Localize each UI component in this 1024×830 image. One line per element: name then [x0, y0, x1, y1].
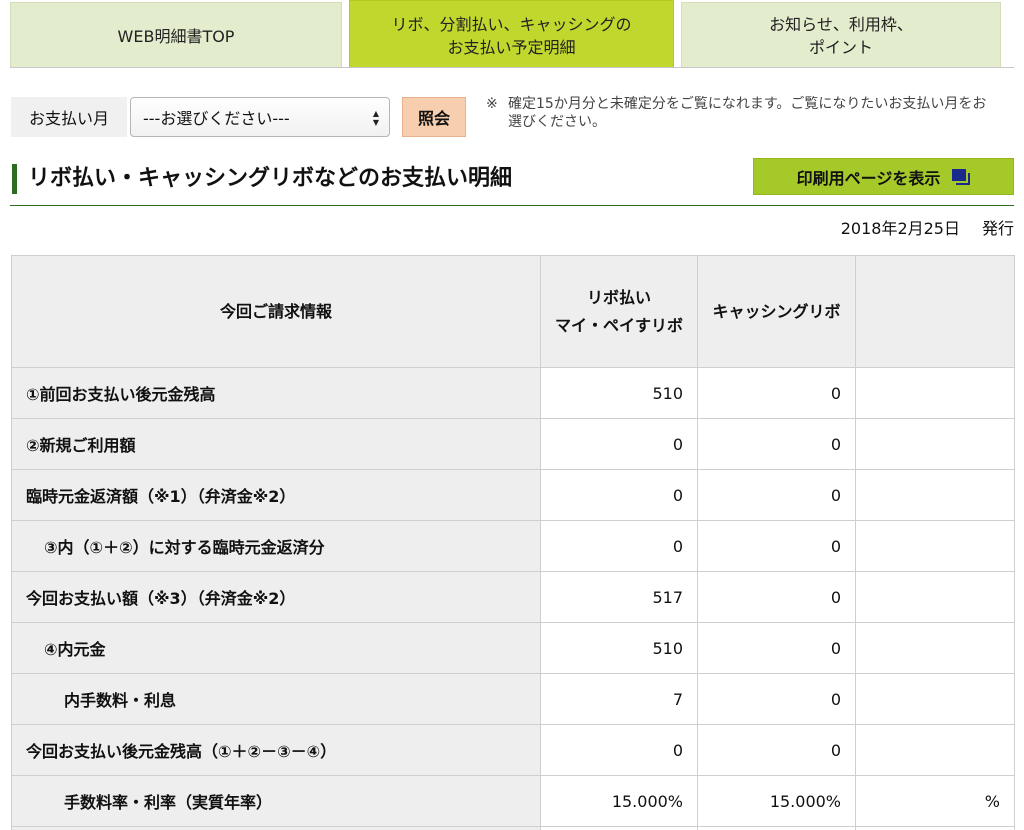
tab-revolving-payment-schedule[interactable]: リボ、分割払い、キャッシングの お支払い予定明細 — [349, 0, 674, 68]
tab-notices-limits-points[interactable]: お知らせ、利用枠、 ポイント — [681, 2, 1001, 67]
tab-baseline — [10, 67, 1014, 68]
header-revolving-line1: リボ払い — [586, 287, 651, 307]
cell-extra — [855, 367, 1015, 419]
row-label: ④内元金 — [11, 622, 541, 674]
print-page-button[interactable]: 印刷用ページを表示 — [753, 158, 1014, 195]
row-label: 手数料率・利率（実質年率） — [11, 775, 541, 827]
issue-date-value: 2018年2月25日 — [840, 219, 960, 238]
header-cashing-revolving: キャッシングリボ — [697, 255, 856, 368]
payment-detail-table: 今回ご請求情報 リボ払い マイ・ペイすリボ キャッシングリボ ①前回お支払い後元… — [11, 255, 1015, 830]
row-label: 内手数料・利息 — [11, 673, 541, 725]
table-row: 臨時元金返済額（※1）（弁済金※2） 0 0 — [11, 469, 1015, 521]
cell-extra — [855, 571, 1015, 623]
note-mark: ※ — [486, 96, 498, 112]
table-row: 今回お支払い後元金残高（①＋②－③－④） 0 0 — [11, 724, 1015, 776]
table-row-partial — [11, 826, 1015, 830]
cell-cashing: 0 — [697, 418, 856, 470]
cell-extra — [855, 469, 1015, 521]
row-label: 臨時元金返済額（※1）（弁済金※2） — [11, 469, 541, 521]
cell-revolving: 0 — [540, 724, 698, 776]
query-button[interactable]: 照会 — [402, 97, 466, 137]
issue-label: 発行 — [981, 219, 1014, 238]
cell-revolving: 7 — [540, 673, 698, 725]
table-header-row: 今回ご請求情報 リボ払い マイ・ペイすリボ キャッシングリボ — [11, 255, 1015, 368]
table-row: 今回お支払い額（※3）（弁済金※2） 517 0 — [11, 571, 1015, 623]
heading-divider — [10, 205, 1014, 206]
table-row: ①前回お支払い後元金残高 510 0 — [11, 367, 1015, 419]
cell-revolving: 0 — [540, 520, 698, 572]
payment-month-select[interactable]: ---お選びください--- ▲ ▼ — [130, 97, 390, 137]
cell-extra — [855, 520, 1015, 572]
cell-extra — [855, 418, 1015, 470]
window-stack-icon — [952, 168, 971, 185]
payment-month-label: お支払い月 — [11, 97, 127, 137]
cell-revolving: 510 — [540, 367, 698, 419]
table-row: 内手数料・利息 7 0 — [11, 673, 1015, 725]
cell-cashing: 0 — [697, 520, 856, 572]
row-label: ③内（①＋②）に対する臨時元金返済分 — [11, 520, 541, 572]
heading-accent-bar — [12, 164, 17, 194]
table-row: 手数料率・利率（実質年率） 15.000% 15.000% % — [11, 775, 1015, 827]
row-label: ①前回お支払い後元金残高 — [11, 367, 541, 419]
row-label — [11, 826, 541, 830]
table-row: ④内元金 510 0 — [11, 622, 1015, 674]
header-billing-info: 今回ご請求情報 — [11, 255, 541, 368]
row-label: ②新規ご利用額 — [11, 418, 541, 470]
print-button-label: 印刷用ページを表示 — [796, 168, 941, 188]
cell-cashing: 15.000% — [697, 775, 856, 827]
header-revolving-line2: マイ・ペイすリボ — [554, 315, 683, 335]
cell-extra — [855, 826, 1015, 830]
cell-cashing: 0 — [697, 724, 856, 776]
cell-revolving: 0 — [540, 418, 698, 470]
cell-revolving: 15.000% — [540, 775, 698, 827]
table-row: ②新規ご利用額 0 0 — [11, 418, 1015, 470]
cell-extra: % — [855, 775, 1015, 827]
tab-label: WEB明細書TOP — [117, 26, 235, 46]
cell-extra — [855, 673, 1015, 725]
statement-page: WEB明細書TOP リボ、分割払い、キャッシングの お支払い予定明細 お知らせ、… — [0, 0, 1024, 830]
header-extra — [855, 255, 1015, 368]
header-revolving: リボ払い マイ・ペイすリボ — [540, 255, 698, 368]
row-label: 今回お支払い後元金残高（①＋②－③－④） — [11, 724, 541, 776]
tab-web-statement-top[interactable]: WEB明細書TOP — [10, 2, 342, 67]
section-title: リボ払い・キャッシングリボなどのお支払い明細 — [28, 166, 513, 191]
note-text: 確定15か月分と未確定分をご覧になれます。ご覧になりたいお支払い月をお選びくださ… — [508, 96, 987, 130]
row-label: 今回お支払い額（※3）（弁済金※2） — [11, 571, 541, 623]
cell-cashing: 0 — [697, 622, 856, 674]
cell-cashing — [697, 826, 856, 830]
cell-cashing: 0 — [697, 673, 856, 725]
tab-label: リボ、分割払い、キャッシングの お支払い予定明細 — [391, 14, 632, 57]
cell-extra — [855, 724, 1015, 776]
tab-bar: WEB明細書TOP リボ、分割払い、キャッシングの お支払い予定明細 お知らせ、… — [0, 0, 1024, 68]
cell-cashing: 0 — [697, 571, 856, 623]
cell-revolving: 0 — [540, 469, 698, 521]
cell-revolving: 510 — [540, 622, 698, 674]
tab-label: お知らせ、利用枠、 ポイント — [769, 15, 913, 57]
cell-cashing: 0 — [697, 367, 856, 419]
cell-cashing: 0 — [697, 469, 856, 521]
cell-revolving: 517 — [540, 571, 698, 623]
updown-chevron-icon: ▲ ▼ — [372, 109, 380, 127]
cell-extra — [855, 622, 1015, 674]
select-value: ---お選びください--- — [143, 109, 290, 128]
issue-date: 2018年2月25日 発行 — [841, 218, 1014, 240]
table-row: ③内（①＋②）に対する臨時元金返済分 0 0 — [11, 520, 1015, 572]
cell-revolving — [540, 826, 698, 830]
